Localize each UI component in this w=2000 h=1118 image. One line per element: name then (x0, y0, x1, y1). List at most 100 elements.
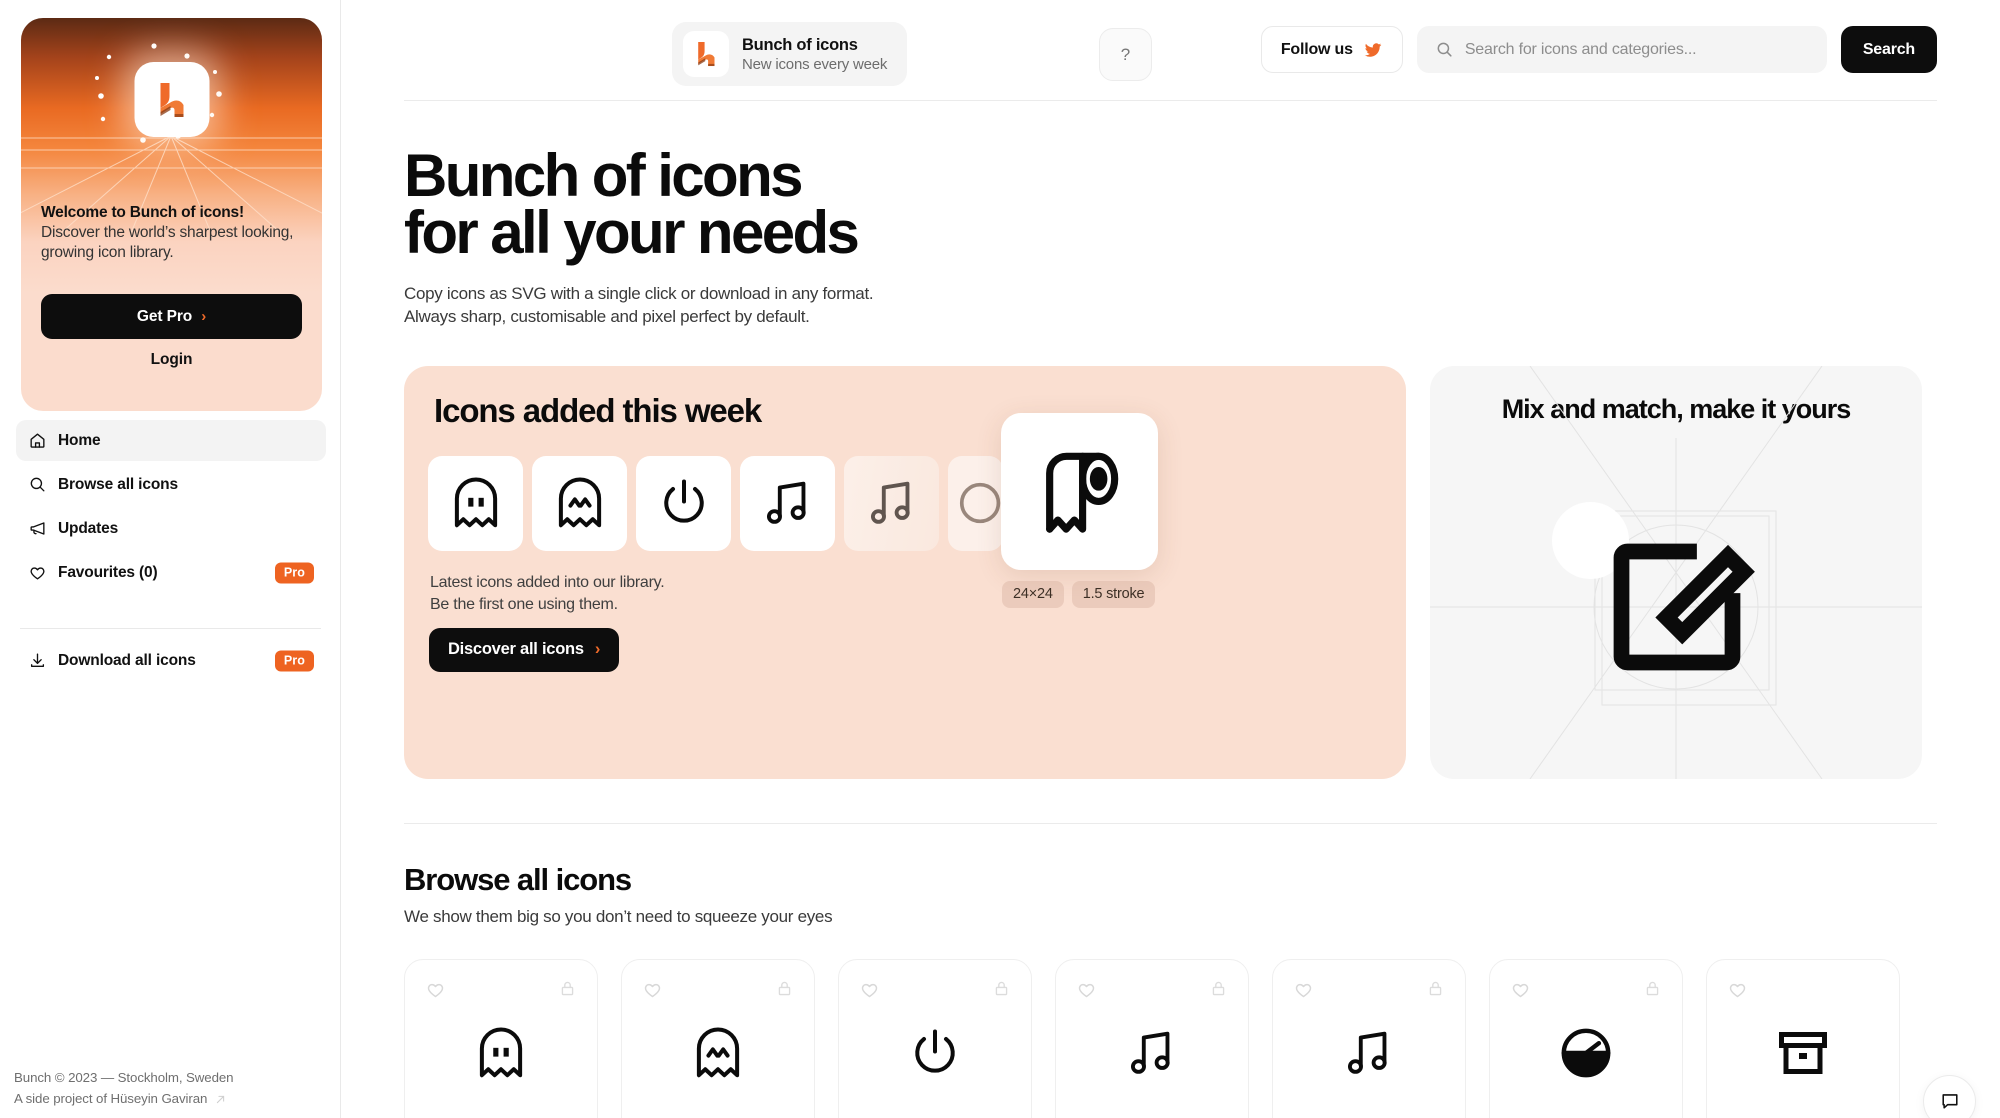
icon-grid-cell[interactable] (1272, 958, 1466, 1118)
pie-chart-icon (1561, 1028, 1611, 1077)
megaphone-icon (30, 522, 45, 535)
icon-tile[interactable] (532, 455, 627, 551)
chevron-right-icon: › (594, 640, 601, 659)
feature-cards: Icons added this week Latest icons added… (341, 329, 2000, 779)
browse-divider (404, 822, 1937, 824)
week-note-line1: Latest icons added into our library. (430, 573, 665, 591)
hero-section: Bunch of icons for all your needs Copy i… (341, 101, 2000, 329)
footer-credit: A side project of Hüseyin Gaviran (14, 1091, 208, 1107)
promo-logo (134, 62, 209, 137)
ghost-smile-icon (696, 1027, 740, 1077)
promo-text: Welcome to Bunch of icons! Discover the … (41, 204, 304, 262)
promo-title: Welcome to Bunch of icons! (41, 204, 244, 221)
brand-text: Bunch of icons New icons every week (742, 36, 887, 73)
lock-icon (1212, 981, 1225, 995)
icon-grid (404, 958, 1937, 1118)
sidebar: Welcome to Bunch of icons! Discover the … (0, 0, 341, 1118)
music-note-icon (1347, 1031, 1387, 1074)
week-note-line2: Be the first one using them. (430, 596, 618, 614)
get-pro-button[interactable]: Get Pro › (41, 294, 302, 339)
week-tile-row (428, 455, 1003, 551)
music-note-icon (1130, 1031, 1170, 1074)
sidebar-item-label: Download all icons (58, 651, 196, 669)
chat-fab-button[interactable] (1923, 1074, 1976, 1118)
featured-icon-specs: 24×24 1.5 stroke (1002, 580, 1156, 608)
sidebar-nav-secondary: Download all icons Pro (16, 640, 326, 684)
follow-us-label: Follow us (1280, 40, 1353, 58)
chevron-right-icon: › (201, 308, 207, 325)
sidebar-divider-bottom (20, 628, 321, 629)
toilet-paper-icon (1045, 452, 1118, 533)
heart-icon[interactable] (425, 979, 446, 1000)
lock-icon (995, 981, 1008, 995)
search-input[interactable] (1464, 40, 1809, 59)
lock-icon (561, 981, 574, 995)
icon-tile[interactable] (740, 455, 835, 551)
twitter-icon (1364, 42, 1382, 57)
sidebar-item-download-all-icons[interactable]: Download all icons Pro (16, 640, 326, 681)
icon-tile-partial[interactable] (948, 455, 1003, 551)
week-card-note: Latest icons added into our library. Be … (430, 572, 665, 617)
icon-grid-cell[interactable] (621, 958, 815, 1118)
pro-badge: Pro (274, 650, 314, 671)
icon-tile[interactable] (844, 455, 939, 551)
topbar: Bunch of icons New icons every week ? Fo… (672, 0, 2000, 100)
heart-icon[interactable] (1293, 979, 1314, 1000)
help-button[interactable]: ? (1099, 28, 1152, 81)
discover-label: Discover all icons (448, 640, 584, 659)
follow-us-button[interactable]: Follow us (1260, 26, 1403, 73)
spec-stroke: 1.5 stroke (1071, 580, 1156, 608)
main-content: Bunch of icons New icons every week ? Fo… (341, 0, 2000, 1118)
icon-grid-cell[interactable] (1055, 958, 1249, 1118)
hero-sub-line1: Copy icons as SVG with a single click or… (404, 284, 874, 303)
page-title: Bunch of icons for all your needs (404, 146, 1937, 263)
sidebar-item-label: Home (58, 431, 101, 449)
browse-subtitle: We show them big so you don’t need to sq… (404, 906, 833, 926)
hero-subtitle: Copy icons as SVG with a single click or… (404, 282, 1937, 329)
promo-subtitle: Discover the world’s sharpest looking, g… (41, 224, 294, 261)
home-icon (30, 433, 45, 448)
chat-bubble-icon (1941, 1094, 1958, 1109)
arrow-up-right-icon (217, 1095, 225, 1103)
brand-chip[interactable]: Bunch of icons New icons every week (672, 22, 908, 86)
icon-grid-cell[interactable] (838, 958, 1032, 1118)
heart-icon[interactable] (1510, 979, 1531, 1000)
lock-icon (778, 981, 791, 995)
power-icon (663, 479, 704, 523)
sidebar-item-updates[interactable]: Updates (16, 508, 326, 549)
search-icon (1437, 42, 1452, 57)
icon-tile[interactable] (636, 455, 731, 551)
browse-title: Browse all icons (404, 861, 632, 897)
lock-icon (1429, 981, 1442, 995)
heart-icon[interactable] (642, 979, 663, 1000)
edit-square-icon (1613, 543, 1755, 670)
power-icon (915, 1029, 955, 1073)
heart-icon[interactable] (1076, 979, 1097, 1000)
sidebar-item-label: Updates (58, 519, 119, 537)
heart-icon[interactable] (859, 979, 880, 1000)
icon-tile[interactable] (428, 455, 523, 551)
login-link[interactable]: Login (41, 351, 302, 369)
music-note-icon (766, 481, 806, 524)
icon-grid-cell[interactable] (1706, 958, 1900, 1118)
sidebar-item-favourites[interactable]: Favourites (0) Pro (16, 552, 326, 593)
sidebar-item-browse-all-icons[interactable]: Browse all icons (16, 464, 326, 505)
brand-subtitle: New icons every week (742, 55, 888, 73)
topbar-right: Follow us Search (1260, 26, 1937, 73)
sidebar-item-home[interactable]: Home (16, 420, 326, 461)
ghost-icon (454, 477, 497, 528)
icon-grid-cell[interactable] (404, 958, 598, 1118)
icon-grid-cell[interactable] (1489, 958, 1683, 1118)
search-box[interactable] (1416, 26, 1827, 73)
partial-icon (959, 482, 1001, 524)
spec-size: 24×24 (1002, 580, 1064, 608)
lock-icon (1646, 981, 1659, 995)
featured-icon-tile[interactable] (1001, 412, 1158, 570)
search-button[interactable]: Search (1840, 26, 1937, 73)
sidebar-item-label: Browse all icons (58, 475, 178, 493)
search-icon (30, 477, 45, 492)
heart-icon[interactable] (1727, 979, 1748, 1000)
discover-all-icons-button[interactable]: Discover all icons › (429, 627, 620, 672)
music-note-icon (870, 481, 910, 524)
promo-card: Welcome to Bunch of icons! Discover the … (21, 18, 322, 411)
